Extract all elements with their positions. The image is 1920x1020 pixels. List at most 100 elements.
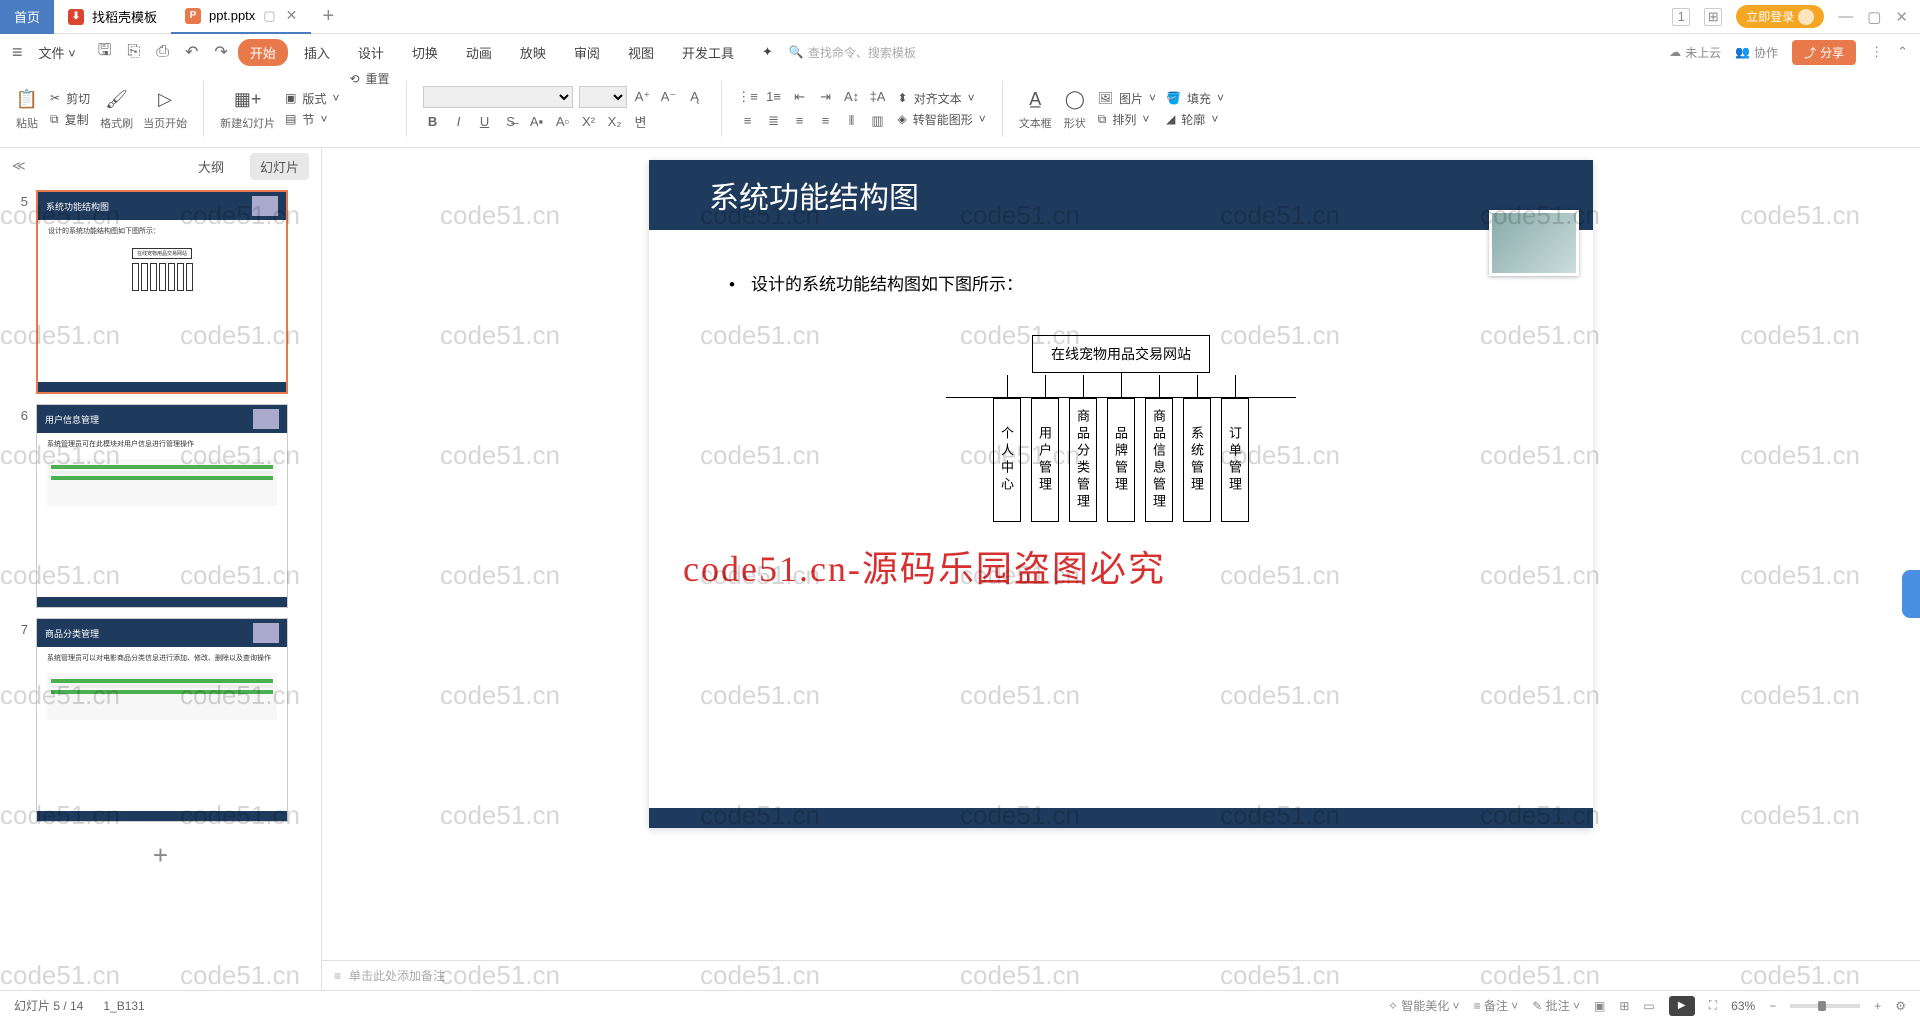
font-select[interactable] bbox=[423, 86, 573, 108]
slide-thumbnail-6[interactable]: 用户信息管理 系统管理员可在此模块对用户信息进行管理操作 bbox=[36, 404, 288, 608]
beautify-button[interactable]: ✧ 智能美化 ˅ bbox=[1388, 997, 1460, 1014]
tab-close-icon[interactable]: ✕ bbox=[286, 7, 298, 24]
distribute-icon[interactable]: ⫴ bbox=[842, 111, 862, 131]
slide-title[interactable]: 系统功能结构图 bbox=[649, 160, 1593, 230]
more-icon[interactable]: ⋮ bbox=[1870, 44, 1883, 60]
page-start-button[interactable]: ▷ 当页开始 bbox=[143, 87, 187, 131]
zoom-out-icon[interactable]: − bbox=[1769, 999, 1776, 1013]
redo-icon[interactable]: ↷ bbox=[214, 42, 227, 62]
tab-home[interactable]: 首页 bbox=[0, 0, 54, 34]
bold-icon[interactable]: B bbox=[423, 112, 443, 132]
view-normal-icon[interactable]: ▣ bbox=[1594, 999, 1605, 1013]
zoom-in-icon[interactable]: + bbox=[1874, 999, 1881, 1013]
menu-show[interactable]: 放映 bbox=[508, 39, 558, 66]
menu-switch[interactable]: 切换 bbox=[400, 39, 450, 66]
layout-icon-1[interactable]: 1 bbox=[1672, 8, 1690, 26]
menu-tools[interactable]: ✦ bbox=[750, 40, 785, 64]
layout-icon-grid[interactable]: ⊞ bbox=[1704, 8, 1722, 26]
slide-canvas[interactable]: 系统功能结构图 设计的系统功能结构图如下图所示： 在线宠物用品交易网站 个人中心… bbox=[649, 160, 1593, 828]
cloud-status[interactable]: ☁ 未上云 bbox=[1669, 44, 1721, 61]
align-center-icon[interactable]: ≣ bbox=[764, 111, 784, 131]
diagram-box[interactable]: 用户管理 bbox=[1031, 398, 1059, 522]
notes-toggle[interactable]: ≡ 备注 ˅ bbox=[1474, 997, 1519, 1014]
superscript-icon[interactable]: X² bbox=[579, 112, 599, 132]
layout-button[interactable]: ▣ 版式 ˅ bbox=[285, 90, 339, 107]
tab-add[interactable]: + bbox=[311, 5, 345, 28]
minimize-icon[interactable]: — bbox=[1838, 8, 1853, 25]
smart-shape-button[interactable]: ◈ 转智能图形 ˅ bbox=[898, 111, 986, 128]
cut-button[interactable]: ✂ 剪切 bbox=[50, 90, 90, 107]
textbox-button[interactable]: A̲ 文本框 bbox=[1019, 87, 1052, 131]
numbering-icon[interactable]: 1≡ bbox=[764, 87, 784, 107]
zoom-slider[interactable] bbox=[1790, 1004, 1860, 1008]
section-button[interactable]: ▤ 节 ˅ bbox=[285, 111, 339, 128]
menu-file[interactable]: 文件 ˅ bbox=[27, 39, 88, 66]
arrange-button[interactable]: ⧉ 排列 ˅ bbox=[1098, 111, 1156, 128]
clear-format-icon[interactable]: Ą bbox=[685, 87, 705, 107]
font-color-icon[interactable]: A▪ bbox=[527, 112, 547, 132]
menu-start[interactable]: 开始 bbox=[238, 39, 288, 66]
diagram-box[interactable]: 订单管理 bbox=[1221, 398, 1249, 522]
undo-icon[interactable]: ↶ bbox=[185, 42, 198, 62]
projector-icon[interactable]: ▢ bbox=[263, 8, 275, 24]
menu-design[interactable]: 设计 bbox=[346, 39, 396, 66]
diagram-top-box[interactable]: 在线宠物用品交易网站 bbox=[1032, 335, 1210, 373]
add-slide-button[interactable]: + bbox=[12, 832, 309, 879]
collab-button[interactable]: 👥 协作 bbox=[1735, 44, 1778, 61]
paste-group[interactable]: 📋 粘贴 bbox=[14, 87, 40, 131]
diagram-box[interactable]: 商品分类管理 bbox=[1069, 398, 1097, 522]
reset-button[interactable]: ⟲ 重置 bbox=[349, 70, 389, 87]
collapse-panel-icon[interactable]: ≪ bbox=[12, 158, 26, 174]
notes-bar[interactable]: ≡ 单击此处添加备注 bbox=[322, 960, 1920, 990]
size-select[interactable] bbox=[579, 86, 627, 108]
line-spacing-icon[interactable]: ‡A bbox=[868, 87, 888, 107]
underline-icon[interactable]: U bbox=[475, 112, 495, 132]
format-brush-button[interactable]: 🖌 格式刷 bbox=[100, 87, 133, 131]
side-tab-slides[interactable]: 幻灯片 bbox=[250, 153, 309, 180]
hamburger-icon[interactable]: ≡ bbox=[12, 42, 23, 63]
columns-icon[interactable]: ▥ bbox=[868, 111, 888, 131]
align-right-icon[interactable]: ≡ bbox=[790, 111, 810, 131]
subscript-icon[interactable]: X₂ bbox=[605, 112, 625, 132]
search-commands[interactable]: 🔍 查找命令、搜索模板 bbox=[789, 44, 916, 61]
fill-button[interactable]: 🪣 填充 ˅ bbox=[1166, 90, 1224, 107]
fit-icon[interactable]: ⛶ bbox=[1709, 998, 1717, 1013]
maximize-icon[interactable]: ▢ bbox=[1867, 8, 1881, 26]
decrease-font-icon[interactable]: A⁻ bbox=[659, 87, 679, 107]
zoom-level[interactable]: 63% bbox=[1731, 999, 1755, 1013]
bullets-icon[interactable]: ⋮≡ bbox=[738, 87, 758, 107]
text-dir-icon[interactable]: A↕ bbox=[842, 87, 862, 107]
share-button[interactable]: ⤴ 分享 bbox=[1792, 40, 1856, 65]
print-icon[interactable]: ⎘ bbox=[127, 43, 140, 61]
shape-button[interactable]: ◯ 形状 bbox=[1062, 87, 1088, 131]
menu-insert[interactable]: 插入 bbox=[292, 39, 342, 66]
tab-template[interactable]: ⬇ 找稻壳模板 bbox=[54, 0, 171, 34]
new-slide-button[interactable]: ▦+ 新建幻灯片 bbox=[220, 87, 275, 131]
diagram-box[interactable]: 个人中心 bbox=[993, 398, 1021, 522]
slide-bullet-text[interactable]: 设计的系统功能结构图如下图所示： bbox=[649, 230, 1593, 295]
menu-review[interactable]: 审阅 bbox=[562, 39, 612, 66]
menu-view[interactable]: 视图 bbox=[616, 39, 666, 66]
save-icon[interactable]: 🖫 bbox=[98, 39, 112, 66]
menu-dev[interactable]: 开发工具 bbox=[670, 39, 746, 66]
slide-thumbnail-7[interactable]: 商品分类管理 系统管理员可以对电影商品分类信息进行添加、修改、删除以及查询操作 bbox=[36, 618, 288, 822]
align-left-icon[interactable]: ≡ bbox=[738, 111, 758, 131]
align-text-button[interactable]: ⬍ 对齐文本 ˅ bbox=[898, 90, 986, 107]
edge-tab[interactable] bbox=[1902, 570, 1920, 618]
side-tab-outline[interactable]: 大纲 bbox=[188, 153, 234, 180]
align-justify-icon[interactable]: ≡ bbox=[816, 111, 836, 131]
collapse-ribbon-icon[interactable]: ⌃ bbox=[1897, 44, 1908, 60]
preview-icon[interactable]: ⎙ bbox=[156, 43, 169, 61]
view-reading-icon[interactable]: ▭ bbox=[1643, 999, 1654, 1013]
outline-button[interactable]: ◢ 轮廓 ˅ bbox=[1166, 111, 1224, 128]
settings-icon[interactable]: ⚙ bbox=[1895, 999, 1906, 1013]
slide-thumbnail-5[interactable]: 系统功能结构图 设计的系统功能结构图如下图所示： 在线宠物用品交易网站 bbox=[36, 190, 288, 394]
diagram-box[interactable]: 商品信息管理 bbox=[1145, 398, 1173, 522]
close-icon[interactable]: ✕ bbox=[1895, 8, 1908, 26]
picture-button[interactable]: 🖼 图片 ˅ bbox=[1098, 90, 1156, 107]
strike-icon[interactable]: S̶ bbox=[501, 112, 521, 132]
italic-icon[interactable]: I bbox=[449, 112, 469, 132]
comments-toggle[interactable]: ✎ 批注 ˅ bbox=[1532, 997, 1580, 1014]
copy-button[interactable]: ⧉ 复制 bbox=[50, 111, 90, 128]
diagram-box[interactable]: 系统管理 bbox=[1183, 398, 1211, 522]
